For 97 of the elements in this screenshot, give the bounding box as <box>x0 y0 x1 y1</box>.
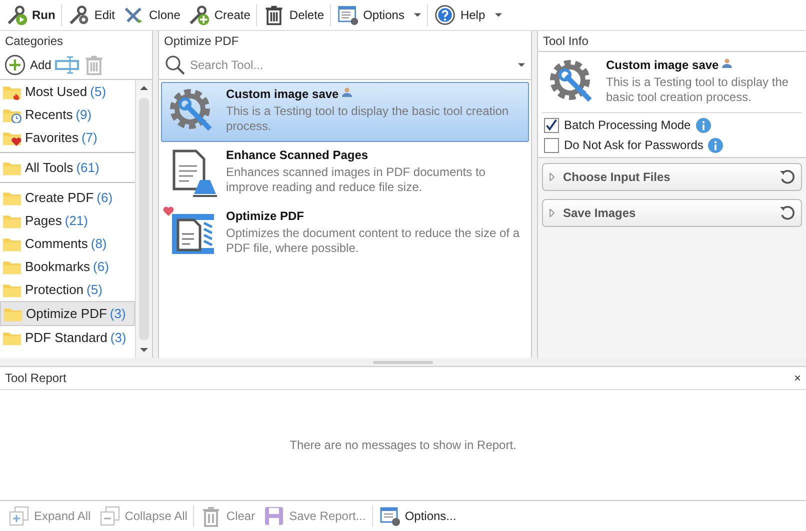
expand-icon <box>8 505 30 527</box>
toolbar-button[interactable]: Create <box>184 1 254 29</box>
category-count: (3) <box>110 306 126 321</box>
tool-description: Enhances scanned images in PDF documents to improve reading and reduce file size. <box>226 165 486 195</box>
expand-arrow-icon <box>549 209 555 217</box>
empty-message: There are no messages to show in Report. <box>290 438 516 452</box>
folder-icon <box>2 160 22 176</box>
category-item[interactable]: Protection (5) <box>0 278 135 301</box>
panel-title: Tool Info <box>542 33 590 50</box>
category-count: (5) <box>86 282 102 297</box>
category-count: (7) <box>81 130 98 145</box>
category-count: (61) <box>76 160 100 175</box>
category-name: Create PDF <box>25 190 94 205</box>
option-label: Do Not Ask for Passwords <box>564 138 704 152</box>
search-field[interactable]: Search Tool... <box>188 57 510 73</box>
wrench-gear-icon <box>68 4 90 26</box>
category-name: PDF Standard <box>25 330 108 345</box>
toolbar-button[interactable]: Options <box>333 1 426 29</box>
options-icon <box>337 4 360 26</box>
category-name: Recents <box>25 107 73 122</box>
folder-icon <box>2 212 22 228</box>
tool-item[interactable]: Optimize PDF Optimizes the document content to reduce the size of a PDF file, where possible. <box>161 204 529 264</box>
tool-description: This is a Testing tool to display the basic tool creation process. <box>606 75 790 105</box>
trash-icon <box>263 4 286 26</box>
folder-icon <box>2 258 22 274</box>
category-name: Comments <box>25 236 88 251</box>
panel-title: Optimize PDF <box>163 33 240 50</box>
category-item[interactable]: Most Used (5) <box>0 80 135 103</box>
info-icon[interactable] <box>708 138 724 152</box>
category-name: Protection <box>25 282 84 297</box>
category-item[interactable]: Create PDF (6) <box>0 186 135 209</box>
tool-item[interactable]: Enhance Scanned Pages Enhances scanned images in PDF documents to improve reading and reduce file size. <box>161 143 529 203</box>
panel-title: Tool Report <box>5 371 66 385</box>
tool-name: Custom image save <box>606 58 719 72</box>
category-name: Most Used <box>25 84 88 99</box>
tool-name: Optimize PDF <box>226 209 304 223</box>
category-count: (6) <box>93 259 109 274</box>
folder-icon <box>2 330 22 346</box>
category-item[interactable]: Recents (9) <box>0 103 135 126</box>
toolbar-button[interactable]: Edit <box>64 1 120 29</box>
reset-icon[interactable] <box>779 205 795 221</box>
caret-icon[interactable] <box>518 63 525 67</box>
wrench-play-icon <box>6 4 28 26</box>
tool-item[interactable]: Custom image save This is a Testing tool to display the basic tool creation process. <box>161 82 529 142</box>
folder-flame-icon <box>2 84 22 100</box>
category-count: (6) <box>96 190 113 205</box>
category-item[interactable]: Bookmarks (6) <box>0 255 135 278</box>
category-name: Optimize PDF <box>26 306 107 321</box>
report-button[interactable]: Options... <box>374 505 460 527</box>
wrench-plus-icon <box>188 4 210 26</box>
plus-icon <box>4 54 26 76</box>
info-icon[interactable] <box>696 118 711 132</box>
scroll-up-icon[interactable] <box>140 86 148 90</box>
tool-description: This is a Testing tool to display the basic tool creation process. <box>226 104 510 134</box>
category-item[interactable]: Comments (8) <box>0 232 135 255</box>
search-icon <box>164 54 186 76</box>
folder-icon <box>2 282 22 298</box>
category-count: (3) <box>110 330 126 345</box>
close-button[interactable]: × <box>794 371 801 385</box>
panel-title: Categories <box>4 33 64 50</box>
checkbox[interactable] <box>544 118 559 132</box>
category-count: (8) <box>90 236 107 251</box>
help-icon <box>434 4 456 26</box>
folder-heart-icon <box>2 130 22 146</box>
collapse-icon <box>98 505 121 527</box>
category-count: (5) <box>90 84 106 99</box>
toolbar-button[interactable]: Help <box>430 1 506 29</box>
scrollbar[interactable] <box>135 80 152 358</box>
category-item[interactable]: All Tools (61) <box>0 156 135 179</box>
category-name: Pages <box>25 213 62 228</box>
tool-description: Optimizes the document content to reduce the size of a PDF file, where possible. <box>226 226 520 256</box>
category-item[interactable]: PDF Standard (3) <box>0 326 135 349</box>
add-button[interactable]: Add <box>4 54 52 76</box>
category-item[interactable]: Favorites (7) <box>0 126 135 149</box>
reset-icon[interactable] <box>779 169 795 185</box>
option-label: Batch Processing Mode <box>564 118 691 132</box>
tool-name: Custom image save <box>226 87 339 101</box>
section-header[interactable]: Save Images <box>542 199 802 227</box>
category-item[interactable]: Optimize PDF (3) <box>0 301 135 326</box>
folder-icon <box>2 190 22 206</box>
section-header[interactable]: Choose Input Files <box>542 163 802 191</box>
category-count: (9) <box>76 107 92 122</box>
folder-icon <box>2 236 22 252</box>
expand-arrow-icon <box>549 173 555 181</box>
category-name: Bookmarks <box>25 259 90 274</box>
toolbar-button[interactable]: Clone <box>119 1 184 29</box>
toolbar-button[interactable]: Run <box>2 1 60 29</box>
category-name: All Tools <box>25 160 74 175</box>
options-icon <box>378 505 401 527</box>
category-name: Favorites <box>25 130 78 145</box>
checkbox[interactable] <box>544 138 559 152</box>
category-item[interactable]: Pages (21) <box>0 209 135 232</box>
scroll-down-icon[interactable] <box>140 348 148 352</box>
folder-icon <box>3 306 23 322</box>
toolbar-button[interactable]: Delete <box>259 1 328 29</box>
tool-name: Enhance Scanned Pages <box>226 148 368 162</box>
category-count: (21) <box>64 213 88 228</box>
